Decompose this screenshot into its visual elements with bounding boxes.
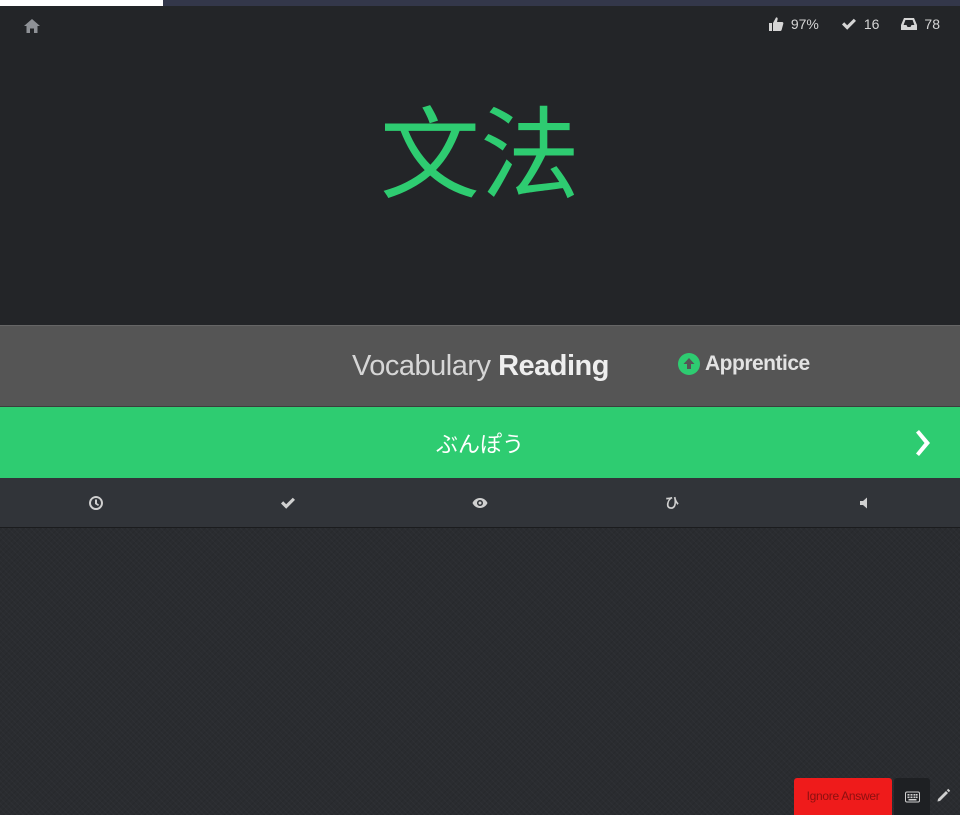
additional-content-toolbar: ひ	[0, 478, 960, 528]
keyboard-icon	[904, 791, 920, 802]
inbox-icon	[901, 18, 918, 30]
check-icon	[281, 497, 295, 509]
question-type-label: Vocabulary Reading	[352, 348, 609, 384]
audio-button[interactable]	[768, 478, 960, 527]
remaining-stat: 78	[901, 16, 940, 32]
item-type: Vocabulary	[352, 350, 491, 382]
character-panel: 97% 16 78 文法	[0, 6, 960, 325]
item-characters: 文法	[380, 97, 580, 214]
hiragana-hi-icon: ひ	[665, 495, 679, 512]
ignore-answer-button[interactable]: Ignore Answer	[794, 778, 892, 815]
completed-stat: 16	[841, 16, 880, 32]
answer-input[interactable]	[0, 407, 960, 478]
percent-correct-stat: 97%	[768, 16, 819, 32]
last-items-button[interactable]	[0, 478, 192, 527]
answer-form	[0, 407, 960, 478]
kana-chart-button[interactable]: ひ	[576, 478, 768, 527]
eye-icon	[472, 497, 488, 508]
remaining-count: 78	[924, 16, 940, 32]
item-details-button[interactable]	[384, 478, 576, 527]
completed-count: 16	[863, 16, 880, 32]
pencil-icon[interactable]	[935, 788, 951, 804]
check-icon	[841, 18, 856, 30]
home-icon[interactable]	[22, 16, 42, 36]
speaker-icon	[860, 497, 867, 508]
thumbs-up-icon	[768, 17, 784, 31]
item-info-button[interactable]	[192, 478, 384, 527]
level-up-icon	[678, 353, 700, 375]
srs-level-indicator: Apprentice	[678, 352, 810, 376]
srs-level-label: Apprentice	[705, 352, 810, 375]
question-category: Reading	[498, 350, 609, 382]
additional-content-area	[0, 528, 960, 815]
clock-icon	[89, 495, 104, 510]
percent-correct-value: 97%	[790, 16, 819, 32]
review-stats: 97% 16 78	[768, 16, 940, 32]
chevron-right-icon[interactable]	[910, 430, 934, 456]
keyboard-shortcuts-button[interactable]	[894, 778, 930, 815]
question-type-bar: Vocabulary Reading Apprentice	[0, 325, 960, 407]
